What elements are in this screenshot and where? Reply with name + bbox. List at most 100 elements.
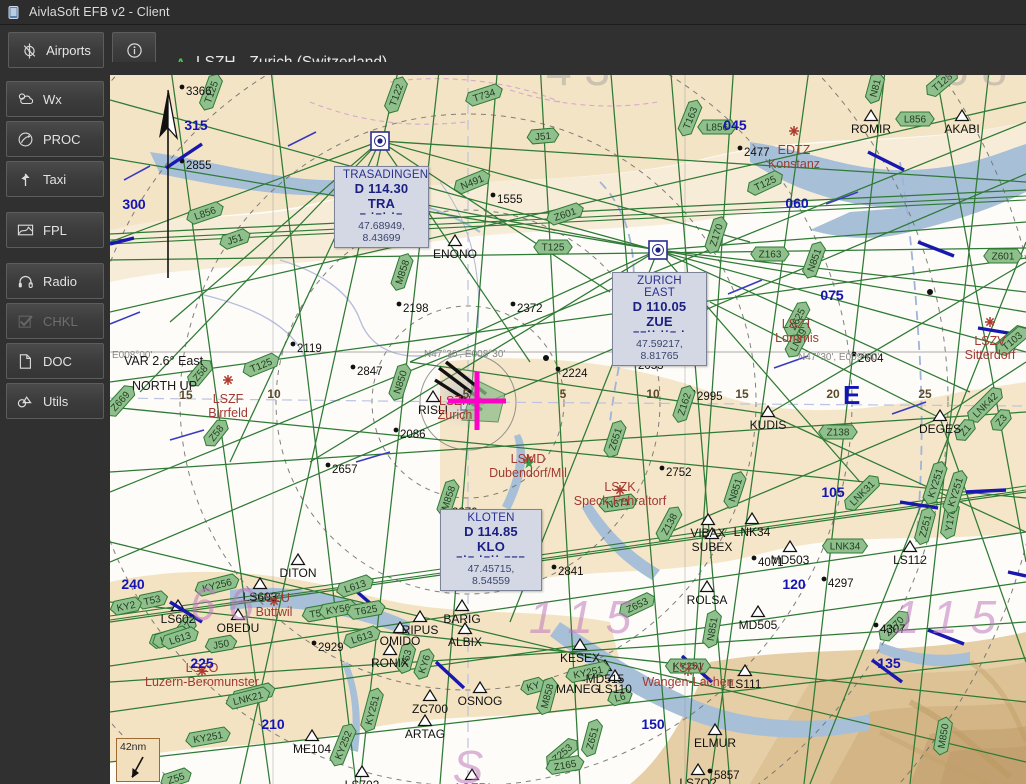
navaid-morse: ––·· ··– · (633, 329, 686, 338)
map-canvas: L856J51T122 T734J51T163 L856L856N491 T125Z6… (110, 62, 1026, 784)
airport-city-label: Speck-Fehraltorf (574, 494, 667, 508)
range-ring-label: 5 (560, 387, 567, 401)
range-ring-label: 15 (179, 388, 193, 402)
spot-elevation-dot (707, 768, 713, 774)
airway-label[interactable]: J51 (526, 127, 560, 145)
airport-city-label: Zurich (438, 408, 473, 422)
airway-label[interactable]: L856 (895, 111, 935, 127)
airway-label[interactable]: LNK34 (821, 538, 869, 554)
spot-elevation-dot (751, 555, 757, 561)
spot-elevation-label: 4071 (758, 557, 784, 569)
spot-elevation-dot (555, 366, 561, 372)
compass-bearing-label: 105 (821, 484, 845, 500)
spot-elevation-label: 2198 (403, 303, 429, 315)
sidebar-item-utils[interactable]: Utils (6, 383, 104, 419)
range-ring-label: 10 (646, 387, 660, 401)
navaid-info-box[interactable]: ZURICH EAST D 110.05 ZUE ––·· ··– · 47.5… (612, 272, 707, 366)
compass-bearing-label: 240 (121, 576, 145, 592)
sidebar-item-label: FPL (43, 222, 67, 238)
spot-elevation-label: 2224 (562, 368, 588, 380)
airports-button-label: Airports (46, 42, 91, 58)
spot-elevation-label: 2995 (697, 391, 723, 403)
compass-rose-icon (21, 42, 38, 59)
navaid-freq: D 114.30 TRA (354, 181, 409, 211)
window-title-bar: AivlaSoft EFB v2 - Client (0, 0, 1026, 25)
svg-text:LNK34: LNK34 (830, 542, 861, 553)
sidebar-item-radio[interactable]: Radio (6, 263, 104, 299)
airport-ident-label[interactable]: LSZV (974, 334, 1006, 348)
airway-label[interactable]: Z163 (750, 246, 790, 262)
waypoint-label: AKABI (944, 122, 979, 136)
flightplan-route-icon (16, 223, 34, 237)
navaid-info-box[interactable]: TRASADINGEN D 114.30 TRA – ·–· ·– 47.689… (334, 166, 429, 248)
sidebar-item-label: Radio (43, 273, 77, 289)
airport-city-label: Dubendorf/Mil (489, 466, 567, 480)
map-scale-indicator: 42nm (116, 738, 160, 782)
airport-ident-label[interactable]: EDTZ (778, 143, 811, 157)
spot-elevation-dot (350, 364, 356, 370)
navaid-coord: 47.59217, 8.81765 (636, 338, 683, 362)
waypoint-label: VIBAX (690, 526, 725, 540)
navaid-info-box[interactable]: KLOTEN D 114.85 KLO –·– ·–·· ––– 47.4571… (440, 509, 542, 591)
sidebar-item-label: CHKL (43, 313, 78, 329)
waypoint-label: MD505 (739, 618, 778, 632)
sidebar-item-label: Wx (43, 91, 62, 107)
airport-city-label: Wangen-Lachen (642, 675, 733, 689)
spot-elevation-label: 2372 (517, 303, 543, 315)
airport-ident-label[interactable]: LSZF (213, 392, 244, 406)
airway-label[interactable]: Z601 (983, 248, 1023, 264)
utils-tools-icon (16, 394, 34, 409)
waypoint-label: ME104 (293, 742, 331, 756)
waypoint-label: LNK34 (734, 525, 771, 539)
waypoint-label: LS112 (893, 553, 927, 567)
left-sidebar: Wx PROC Taxi FPL Radio CHKL DOC Utils (0, 75, 110, 784)
compass-bearing-label: 300 (122, 196, 146, 212)
airport-ident-label[interactable]: LSZU (258, 591, 290, 605)
waypoint-label: ENONO (433, 247, 477, 261)
waypoint-label: LS110 (598, 682, 632, 696)
airport-city-label: Lommis (775, 331, 819, 345)
navaid-name: ZURICH EAST (637, 275, 682, 299)
waypoint-label: ARTAG (405, 727, 445, 741)
spot-elevation-dot (179, 84, 185, 90)
toolbar-map-mask (110, 62, 1026, 75)
airports-button[interactable]: Airports (8, 32, 104, 68)
mora-altitude-label: 1 1 5 (894, 591, 997, 643)
airway-label[interactable]: T125 (533, 239, 573, 255)
airport-ident-label[interactable]: LSZK (604, 480, 636, 494)
airport-ident-label[interactable]: LSPV (672, 661, 705, 675)
compass-bearing-label: 225 (190, 655, 214, 671)
sidebar-item-wx[interactable]: Wx (6, 81, 104, 117)
graticule-label: N47°30', E008°30' (424, 349, 505, 360)
navaid-symbol (648, 240, 668, 260)
north-arrow-icon (131, 756, 144, 778)
spot-elevation-dot (290, 341, 296, 347)
spot-elevation-dot (311, 640, 317, 646)
east-cardinal-label: E (843, 380, 860, 410)
spot-elevation-dot (325, 462, 331, 468)
waypoint-label: SUBEX (692, 540, 733, 554)
sidebar-item-taxi[interactable]: Taxi (6, 161, 104, 197)
sidebar-item-proc[interactable]: PROC (6, 121, 104, 157)
airport-city-label: Konstanz (768, 157, 820, 171)
spot-elevation-dot (873, 622, 879, 628)
airport-ident-label[interactable]: LSZT (782, 317, 813, 331)
airport-city-label: Sitterdorf (965, 348, 1016, 362)
moving-map[interactable]: L856 J51 T122 T734 J51 T163 L856 L856 N491 T125 Z6… (110, 62, 1026, 784)
airport-ident-label[interactable]: LSMD (511, 452, 546, 466)
svg-text:Z138: Z138 (827, 428, 850, 439)
compass-bearing-label: 075 (820, 287, 844, 303)
waypoint-label: LS702 (345, 778, 380, 784)
spot-elevation-label: 2086 (400, 429, 426, 441)
airway-label[interactable]: Z138 (818, 424, 858, 440)
range-ring-label: 5 (463, 387, 470, 401)
airport-city-label: Buttwil (256, 605, 293, 619)
waypoint-label: ROMIR (851, 122, 891, 136)
sidebar-item-label: DOC (43, 353, 72, 369)
svg-text:L856: L856 (904, 115, 927, 126)
spot-elevation-label: 2841 (558, 566, 584, 578)
sidebar-item-doc[interactable]: DOC (6, 343, 104, 379)
sidebar-item-fpl[interactable]: FPL (6, 212, 104, 248)
waypoint-label: DITON (279, 566, 316, 580)
document-page-icon (16, 353, 34, 370)
